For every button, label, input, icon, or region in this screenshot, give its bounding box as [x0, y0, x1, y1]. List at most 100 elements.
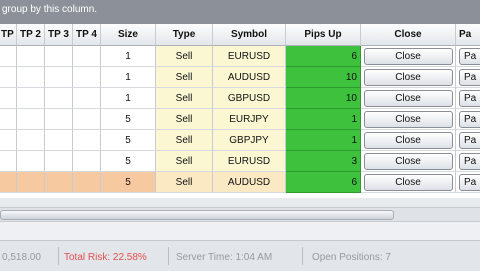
pips-up-cell: 3 — [286, 151, 361, 172]
tp4-cell[interactable] — [73, 46, 101, 67]
pips-up-cell: 10 — [286, 67, 361, 88]
table-row[interactable]: 5 Sell EURUSD 3 Close Pa — [0, 151, 480, 172]
symbol-cell: EURUSD — [213, 151, 286, 172]
tp4-cell[interactable] — [73, 67, 101, 88]
partial-close-button[interactable]: Pa — [459, 68, 480, 86]
status-separator — [302, 247, 303, 265]
tp3-cell[interactable] — [45, 172, 73, 193]
type-cell: Sell — [156, 172, 213, 193]
tp1-cell[interactable] — [0, 46, 17, 67]
type-cell: Sell — [156, 67, 213, 88]
scrollbar-thumb[interactable] — [0, 210, 394, 220]
lower-pane — [0, 222, 480, 240]
total-risk-label: Total Risk: 22.58% — [64, 251, 147, 263]
column-header-type[interactable]: Type — [156, 24, 213, 46]
symbol-cell: EURJPY — [213, 109, 286, 130]
column-header-size[interactable]: Size — [101, 24, 156, 46]
status-separator — [168, 247, 169, 265]
partial-close-button[interactable]: Pa — [459, 89, 480, 107]
status-bar: 0,518.00 Total Risk: 22.58% Server Time:… — [0, 240, 480, 271]
symbol-cell: AUDUSD — [213, 67, 286, 88]
tp4-cell[interactable] — [73, 151, 101, 172]
pips-up-cell: 6 — [286, 172, 361, 193]
table-row[interactable]: 1 Sell AUDUSD 10 Close Pa — [0, 67, 480, 88]
partial-close-button[interactable]: Pa — [459, 47, 480, 65]
open-positions-label: Open Positions: 7 — [312, 251, 391, 263]
type-cell: Sell — [156, 130, 213, 151]
tp2-cell[interactable] — [17, 172, 45, 193]
group-by-bar[interactable]: group by this column. — [0, 0, 480, 25]
tp1-cell[interactable] — [0, 130, 17, 151]
size-cell: 1 — [101, 46, 156, 67]
tp1-cell[interactable] — [0, 172, 17, 193]
pips-up-cell: 6 — [286, 46, 361, 67]
column-header-symbol[interactable]: Symbol — [213, 24, 286, 46]
balance-value: 0,518.00 — [2, 251, 41, 263]
column-header-tp2[interactable]: TP 2 — [17, 24, 45, 46]
tp3-cell[interactable] — [45, 46, 73, 67]
table-row[interactable]: 1 Sell GBPUSD 10 Close Pa — [0, 88, 480, 109]
grid-footer-gap — [0, 198, 480, 207]
symbol-cell: EURUSD — [213, 46, 286, 67]
column-header-tp4[interactable]: TP 4 — [73, 24, 101, 46]
tp3-cell[interactable] — [45, 130, 73, 151]
tp4-cell[interactable] — [73, 130, 101, 151]
tp3-cell[interactable] — [45, 151, 73, 172]
close-position-button[interactable]: Close — [363, 173, 453, 191]
status-separator — [58, 247, 59, 265]
size-cell: 1 — [101, 67, 156, 88]
size-cell: 5 — [101, 172, 156, 193]
close-position-button[interactable]: Close — [363, 89, 453, 107]
tp3-cell[interactable] — [45, 109, 73, 130]
tp4-cell[interactable] — [73, 88, 101, 109]
table-row[interactable]: 5 Sell GBPJPY 1 Close Pa — [0, 130, 480, 151]
column-header-pa[interactable]: Pa — [456, 24, 480, 46]
tp4-cell[interactable] — [73, 172, 101, 193]
tp2-cell[interactable] — [17, 88, 45, 109]
close-position-button[interactable]: Close — [363, 110, 453, 128]
column-header-close[interactable]: Close — [361, 24, 456, 46]
tp3-cell[interactable] — [45, 67, 73, 88]
tp2-cell[interactable] — [17, 130, 45, 151]
type-cell: Sell — [156, 88, 213, 109]
type-cell: Sell — [156, 46, 213, 67]
partial-close-button[interactable]: Pa — [459, 173, 480, 191]
close-position-button[interactable]: Close — [363, 68, 453, 86]
tp4-cell[interactable] — [73, 109, 101, 130]
server-time-label: Server Time: 1:04 AM — [176, 251, 273, 263]
type-cell: Sell — [156, 151, 213, 172]
tp1-cell[interactable] — [0, 67, 17, 88]
partial-close-button[interactable]: Pa — [459, 110, 480, 128]
close-position-button[interactable]: Close — [363, 47, 453, 65]
partial-close-button[interactable]: Pa — [459, 152, 480, 170]
size-cell: 1 — [101, 88, 156, 109]
pips-up-cell: 1 — [286, 130, 361, 151]
tp2-cell[interactable] — [17, 46, 45, 67]
close-position-button[interactable]: Close — [363, 131, 453, 149]
partial-close-button[interactable]: Pa — [459, 131, 480, 149]
symbol-cell: GBPUSD — [213, 88, 286, 109]
table-row[interactable]: 5 Sell EURJPY 1 Close Pa — [0, 109, 480, 130]
tp2-cell[interactable] — [17, 67, 45, 88]
table-row[interactable]: 1 Sell EURUSD 6 Close Pa — [0, 46, 480, 67]
tp3-cell[interactable] — [45, 88, 73, 109]
close-position-button[interactable]: Close — [363, 152, 453, 170]
positions-grid: TP 1 TP 2 TP 3 TP 4 Size Type Symbol Pip… — [0, 24, 480, 198]
table-row-selected[interactable]: 5 Sell AUDUSD 6 Close Pa — [0, 172, 480, 193]
grid-header: TP 1 TP 2 TP 3 TP 4 Size Type Symbol Pip… — [0, 24, 480, 46]
tp1-cell[interactable] — [0, 109, 17, 130]
symbol-cell: GBPJPY — [213, 130, 286, 151]
size-cell: 5 — [101, 109, 156, 130]
tp1-cell[interactable] — [0, 88, 17, 109]
column-header-tp1[interactable]: TP 1 — [0, 24, 17, 46]
column-header-pips-up[interactable]: Pips Up — [286, 24, 361, 46]
column-header-tp3[interactable]: TP 3 — [45, 24, 73, 46]
pips-up-cell: 10 — [286, 88, 361, 109]
tp1-cell[interactable] — [0, 151, 17, 172]
tp2-cell[interactable] — [17, 151, 45, 172]
type-cell: Sell — [156, 109, 213, 130]
size-cell: 5 — [101, 130, 156, 151]
pips-up-cell: 1 — [286, 109, 361, 130]
tp2-cell[interactable] — [17, 109, 45, 130]
horizontal-scrollbar[interactable] — [0, 207, 480, 222]
